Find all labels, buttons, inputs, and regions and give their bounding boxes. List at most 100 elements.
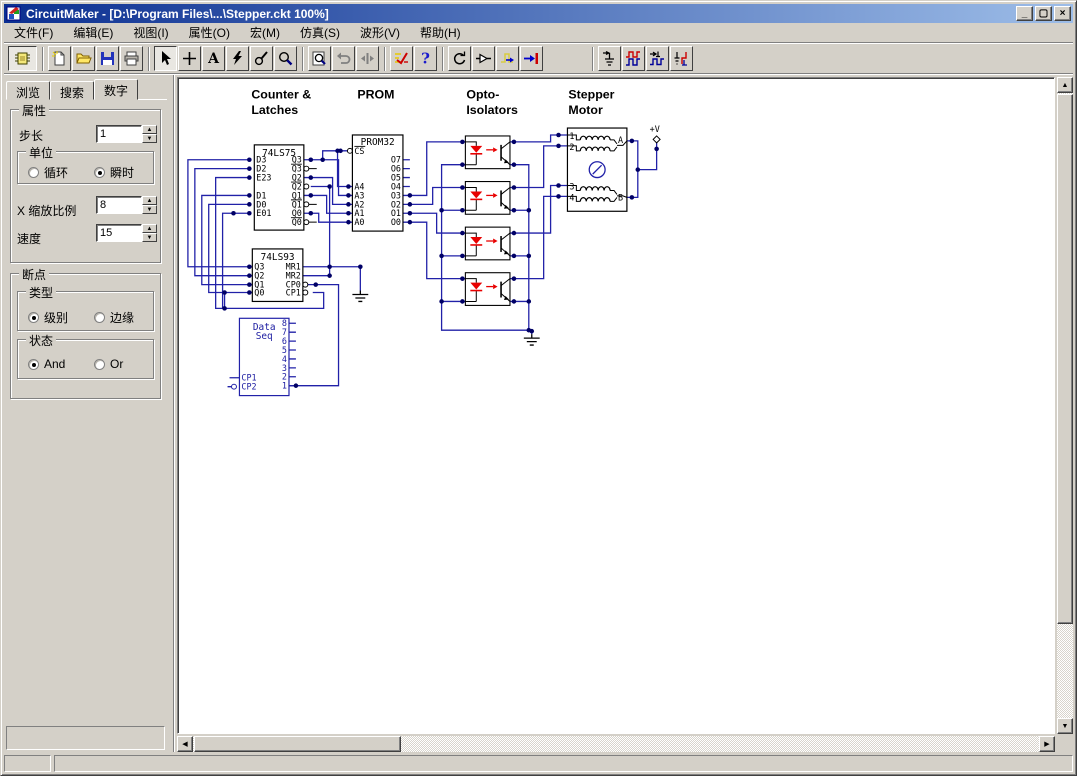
step-sim-button[interactable]: [496, 46, 519, 71]
close-button[interactable]: ×: [1054, 6, 1071, 21]
select-arrow-button[interactable]: [154, 46, 177, 71]
scroll-up-button[interactable]: ▲: [1057, 77, 1073, 93]
status-cell-main: [54, 755, 1073, 772]
xscale-spinner[interactable]: ▲▼: [142, 196, 157, 214]
type-level-label: 级别: [44, 309, 68, 326]
place-part-button[interactable]: [178, 46, 201, 71]
help-button[interactable]: ?: [414, 46, 437, 71]
unit-instant-option[interactable]: 瞬时: [94, 164, 134, 181]
text-tool-button[interactable]: A: [202, 46, 225, 71]
probe-point-button[interactable]: [472, 46, 495, 71]
pin-label: CP1: [286, 288, 301, 298]
type-edge-option[interactable]: 边缘: [94, 309, 134, 326]
probe-tool-button[interactable]: [250, 46, 273, 71]
part-library-button[interactable]: [8, 46, 37, 71]
pin-label: E01: [256, 208, 271, 218]
type-level-option[interactable]: 级别: [28, 309, 68, 326]
zoom-tool-button[interactable]: [274, 46, 297, 71]
title-bar[interactable]: CircuitMaker - [D:\Program Files\...\Ste…: [4, 4, 1073, 23]
tab-search[interactable]: 搜索: [50, 81, 94, 100]
bus-waveforms-button[interactable]: [646, 46, 669, 71]
run-to-breakpoint-button[interactable]: [520, 46, 543, 71]
save-file-button[interactable]: [96, 46, 119, 71]
tab-browse[interactable]: 浏览: [6, 81, 50, 100]
maximize-button[interactable]: ▢: [1035, 6, 1052, 21]
scroll-down-button[interactable]: ▼: [1057, 718, 1073, 734]
scroll-right-button[interactable]: ▶: [1039, 736, 1055, 752]
speed-spinner[interactable]: ▲▼: [142, 224, 157, 242]
xscale-input[interactable]: [96, 196, 142, 214]
pin-label: 1: [282, 381, 287, 391]
spin-down-icon: ▼: [142, 233, 157, 242]
pin-label: 4: [569, 192, 574, 202]
radio-unchecked-icon[interactable]: [28, 167, 39, 178]
mixed-mode-sim-button[interactable]: [390, 46, 413, 71]
menu-waveforms[interactable]: 波形(V): [350, 22, 410, 43]
mixed-waveforms-button[interactable]: [670, 46, 693, 71]
menu-options[interactable]: 属性(O): [179, 22, 240, 43]
undo-icon: [335, 50, 352, 67]
menu-view[interactable]: 视图(I): [123, 22, 178, 43]
vertical-scroll-thumb[interactable]: [1057, 94, 1073, 624]
vertical-scrollbar[interactable]: ▲ ▼: [1057, 77, 1073, 734]
radio-checked-icon[interactable]: [94, 167, 105, 178]
open-folder-icon: [75, 50, 92, 67]
spin-down-icon: ▼: [142, 134, 157, 143]
new-file-icon: [51, 50, 68, 67]
schematic-sheet[interactable]: Counter & Latches PROM Opto- Isolators S…: [177, 77, 1055, 734]
radio-unchecked-icon[interactable]: [94, 359, 105, 370]
menu-edit[interactable]: 编辑(E): [63, 22, 123, 43]
scroll-left-button[interactable]: ◀: [177, 736, 193, 752]
tab-digital[interactable]: 数字: [94, 79, 138, 100]
opto-isolator-4[interactable]: [465, 273, 510, 306]
menu-file[interactable]: 文件(F): [4, 22, 63, 43]
horizontal-scrollbar[interactable]: ◀ ▶: [177, 736, 1055, 752]
horizontal-scroll-thumb[interactable]: [194, 736, 401, 752]
schematic-svg[interactable]: Counter & Latches PROM Opto- Isolators S…: [178, 78, 1054, 733]
spin-up-icon: ▲: [142, 196, 157, 205]
chip-74ls93[interactable]: 74LS93 Q3 Q2 Q1 Q0 MR1 MR2 CP0 CP1: [252, 249, 303, 302]
pin-label: 2: [569, 142, 574, 152]
new-file-button[interactable]: [48, 46, 71, 71]
print-button[interactable]: [120, 46, 143, 71]
header-opto-line1: Opto-: [466, 87, 499, 101]
unit-loop-option[interactable]: 循环: [28, 164, 68, 181]
undo-button[interactable]: [332, 46, 355, 71]
chip-74ls75[interactable]: 74LS75 D3 D2 E23 D1 D0 E01 Q3 Q3 Q2 Q2 Q…: [254, 145, 304, 230]
delete-tool-button[interactable]: [226, 46, 249, 71]
state-and-option[interactable]: And: [28, 357, 65, 371]
menu-help[interactable]: 帮助(H): [410, 22, 471, 43]
header-opto-line2: Isolators: [466, 103, 518, 117]
split-view-button[interactable]: [356, 46, 379, 71]
sidebar-bottom-box: [6, 726, 165, 750]
vplus-supply[interactable]: +V: [650, 124, 660, 143]
cursor-icon: [157, 50, 174, 67]
step-spinner[interactable]: ▲▼: [142, 125, 157, 143]
stepper-motor[interactable]: 1 2 3 4 A: [567, 128, 626, 211]
reset-sim-button[interactable]: [448, 46, 471, 71]
speed-input[interactable]: [96, 224, 142, 242]
open-file-button[interactable]: [72, 46, 95, 71]
menu-macros[interactable]: 宏(M): [240, 22, 290, 43]
opto-isolator-3[interactable]: [465, 227, 510, 260]
radio-checked-icon[interactable]: [28, 312, 39, 323]
zoom-page-button[interactable]: [308, 46, 331, 71]
app-window: CircuitMaker - [D:\Program Files\...\Ste…: [0, 0, 1077, 776]
scope-probe-button[interactable]: [598, 46, 621, 71]
chip-prom32[interactable]: PROM32 CS A4 A3 A2 A1 A0 O7 O6 O5 O4 O3 …: [352, 135, 403, 231]
step-input[interactable]: [96, 125, 142, 143]
printer-icon: [123, 50, 140, 67]
text-a-icon: A: [205, 50, 222, 67]
properties-group-label: 属性: [19, 102, 49, 119]
digital-wave-icon: [625, 50, 642, 67]
run-to-icon: [523, 50, 540, 67]
radio-unchecked-icon[interactable]: [94, 312, 105, 323]
minimize-button[interactable]: _: [1016, 6, 1033, 21]
menu-simulation[interactable]: 仿真(S): [290, 22, 350, 43]
digital-waveforms-button[interactable]: [622, 46, 645, 71]
opto-isolator-1[interactable]: [465, 136, 510, 169]
state-or-option[interactable]: Or: [94, 357, 123, 371]
radio-checked-icon[interactable]: [28, 359, 39, 370]
data-seq-instrument[interactable]: Data Seq CP1 CP2 8 7 6 5 4 3 2 1: [239, 318, 289, 395]
opto-isolator-2[interactable]: [465, 182, 510, 215]
